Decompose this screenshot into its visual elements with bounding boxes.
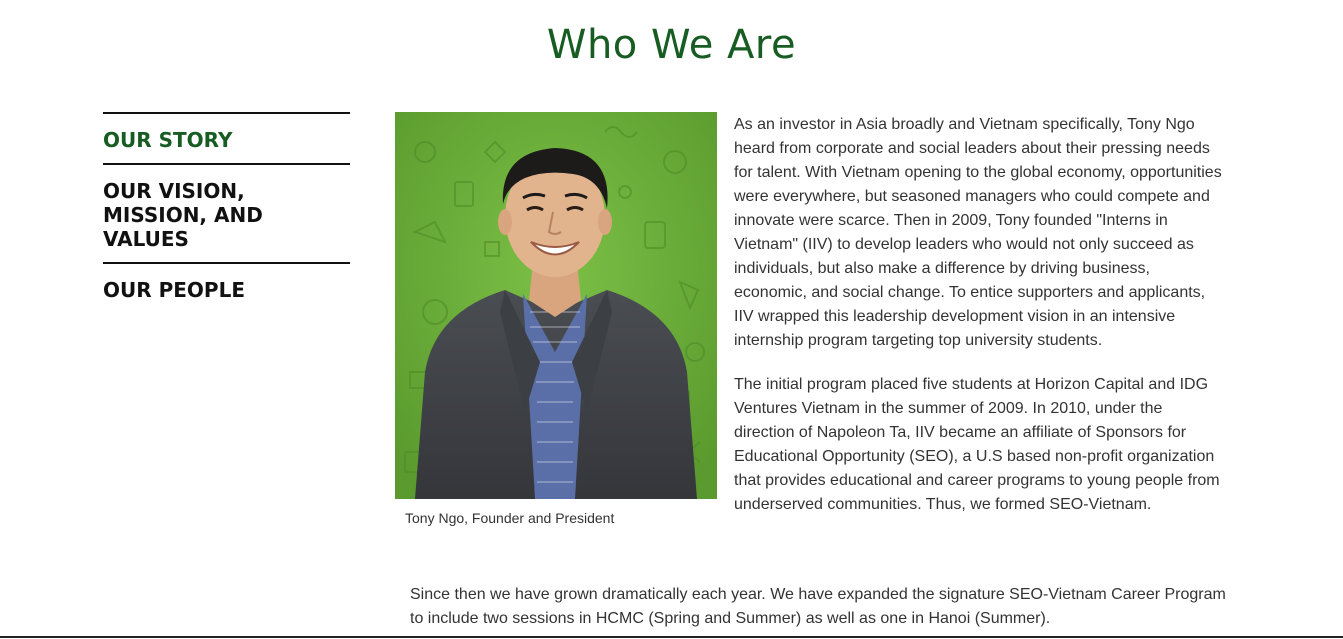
page: Who We Are OUR STORY OUR VISION, MISSION… [0,0,1343,639]
story-paragraph-1: As an investor in Asia broadly and Vietn… [734,116,1222,349]
nav-item-our-people[interactable]: OUR PEOPLE [103,262,350,313]
bottom-divider [0,636,1343,638]
section-nav: OUR STORY OUR VISION, MISSION, AND VALUE… [103,112,350,313]
founder-photo [395,112,717,499]
story-paragraph-3: Since then we have grown dramatically ea… [410,586,1226,627]
founder-figure: Tony Ngo, Founder and President [395,112,717,526]
page-title: Who We Are [546,22,797,68]
photo-caption: Tony Ngo, Founder and President [405,510,615,526]
story-paragraph-2: The initial program placed five students… [734,376,1220,513]
nav-item-our-story[interactable]: OUR STORY [103,112,350,163]
nav-item-vision-mission-values[interactable]: OUR VISION, MISSION, AND VALUES [103,163,350,262]
story-text: As an investor in Asia broadly and Vietn… [734,113,1224,537]
